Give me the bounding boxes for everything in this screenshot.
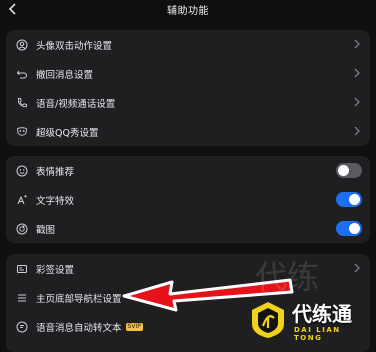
chevron-right-icon (354, 68, 360, 78)
undo-icon (16, 68, 28, 80)
smiley-icon (16, 165, 28, 177)
chevron-right-icon (354, 263, 360, 273)
faint-watermark-text: 代练 (255, 258, 320, 296)
toggle-knob (338, 165, 349, 176)
brand-logo-icon (252, 302, 284, 338)
menu-icon (16, 292, 28, 304)
row-label: 戳图 (36, 224, 56, 236)
row-label: 超级QQ秀设置 (36, 127, 99, 139)
row-poke-image[interactable]: 戳图 (6, 214, 370, 243)
row-call-settings[interactable]: 语音/视频通话设置 (6, 88, 370, 117)
chevron-right-icon (354, 97, 360, 107)
poke-icon (16, 223, 28, 235)
row-sticker-recommend[interactable]: 表情推荐 (6, 156, 370, 185)
brand-name: 代练通 (292, 302, 352, 326)
speech-icon (16, 321, 28, 333)
row-label: 表情推荐 (36, 166, 75, 178)
tag-icon (16, 263, 28, 275)
sticker-recommend-toggle[interactable] (336, 163, 362, 178)
toggle-knob (349, 194, 360, 205)
top-bar: 辅助功能 (0, 0, 376, 18)
svip-badge: SVIP (125, 322, 143, 331)
chevron-right-icon (354, 39, 360, 49)
person-icon (16, 39, 28, 51)
brand-watermark: 代练通 DAI LIAN TONG (248, 296, 372, 346)
page-title: 辅助功能 (167, 5, 209, 17)
phone-icon (16, 97, 28, 109)
settings-group-2: 表情推荐 文字特效 戳图 (6, 156, 370, 243)
row-label: 撤回消息设置 (36, 69, 94, 81)
row-super-qq-show[interactable]: 超级QQ秀设置 (6, 117, 370, 146)
text-effects-toggle[interactable] (336, 192, 362, 207)
chevron-left-icon[interactable] (4, 0, 22, 18)
row-label: 文字特效 (36, 195, 75, 207)
row-label: 头像双击动作设置 (36, 40, 113, 52)
row-recall-message[interactable]: 撤回消息设置 (6, 59, 370, 88)
row-label: 彩签设置 (36, 264, 75, 276)
mask-icon (16, 126, 28, 138)
brand-subtitle: DAI LIAN TONG (294, 326, 341, 342)
row-avatar-double-tap[interactable]: 头像双击动作设置 (6, 30, 370, 59)
toggle-knob (349, 223, 360, 234)
row-label: 主页底部导航栏设置 (36, 293, 122, 305)
sparkle-text-icon (16, 194, 28, 206)
poke-image-toggle[interactable] (336, 221, 362, 236)
chevron-right-icon (354, 126, 360, 136)
row-text-effects[interactable]: 文字特效 (6, 185, 370, 214)
row-label: 语音/视频通话设置 (36, 98, 116, 110)
settings-group-1: 头像双击动作设置 撤回消息设置 语音/视频通话设置 超级QQ秀设置 (6, 30, 370, 146)
row-label: 语音消息自动转文本 (36, 322, 122, 334)
